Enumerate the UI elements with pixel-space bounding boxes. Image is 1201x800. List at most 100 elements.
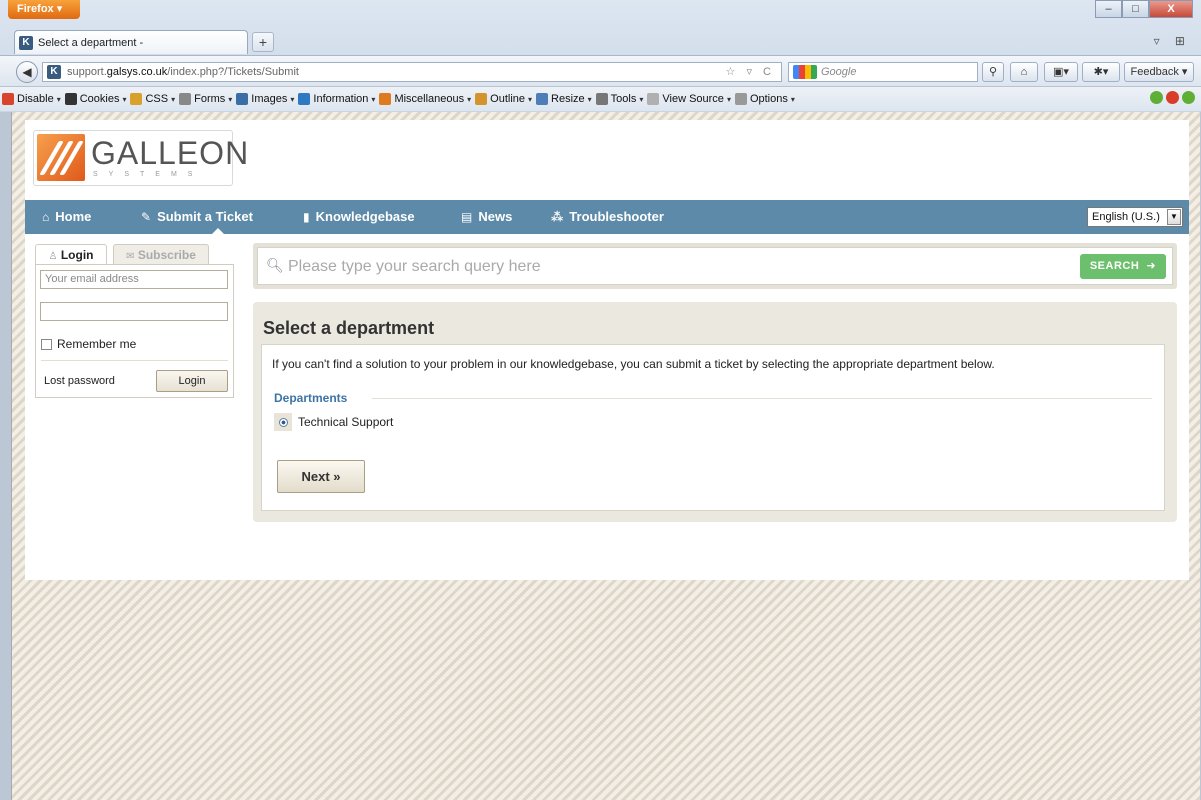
web-developer-toolbar: Disable ▾ Cookies ▾ CSS ▾ Forms ▾ Images ▾ Informa… (0, 86, 1201, 111)
toolbar-status-icons (1150, 91, 1195, 104)
webdev-menu-images[interactable]: Images ▾ (236, 93, 294, 105)
chevron-down-icon: ▾ (371, 94, 376, 104)
webdev-menu-label: Tools (610, 93, 637, 105)
webdev-menu-view-source[interactable]: View Source ▾ (647, 93, 731, 105)
next-button[interactable]: Next » (277, 460, 365, 493)
lost-password-link[interactable]: Lost password (44, 375, 115, 387)
webdev-menu-label: Cookies (79, 93, 120, 105)
cookies-icon (64, 93, 77, 105)
nav-home[interactable]: ⌂ Home (42, 200, 91, 234)
close-button[interactable]: X (1149, 0, 1193, 18)
tools-icon (595, 93, 608, 105)
view-source-icon (647, 93, 660, 105)
chevron-down-icon: ▾ (639, 94, 644, 104)
browser-chrome: Firefox ▾ – □ X K Select a department - … (0, 0, 1201, 112)
nav-submit-ticket[interactable]: ✎ Submit a Ticket (141, 200, 253, 234)
department-form: If you can't find a solution to your pro… (261, 344, 1165, 511)
webdev-menu-css[interactable]: CSS ▾ (130, 93, 175, 105)
minimize-button[interactable]: – (1095, 0, 1122, 18)
intro-text: If you can't find a solution to your pro… (272, 357, 995, 371)
remember-me-label: Remember me (57, 337, 137, 351)
webdev-menu-cookies[interactable]: Cookies ▾ (64, 93, 126, 105)
maximize-button[interactable]: □ (1122, 0, 1149, 18)
department-radio[interactable] (274, 413, 292, 431)
divider (41, 360, 228, 361)
browser-tab[interactable]: K Select a department - (14, 30, 248, 54)
miscellaneous-icon (379, 93, 392, 105)
book-icon: ▮ (303, 210, 310, 224)
webdev-menu-options[interactable]: Options ▾ (734, 93, 795, 105)
search-go-icon[interactable]: ⚲ (982, 62, 1004, 82)
remember-me-option[interactable]: Remember me (41, 337, 136, 351)
galleon-logo[interactable]: GALLEON SYSTEMS (33, 130, 248, 186)
navigation-bar: ◀ K support.galsys.co.uk/index.php?/Tick… (0, 55, 1201, 86)
webdev-menu-label: Forms (194, 93, 226, 105)
pencil-icon: ✎ (141, 210, 152, 224)
webdev-menu-miscellaneous[interactable]: Miscellaneous ▾ (379, 93, 471, 105)
nav-news[interactable]: ▤ News (461, 200, 512, 234)
valid-check-icon[interactable] (1150, 91, 1163, 104)
webdev-menu-label: Outline (490, 93, 526, 105)
troubleshooter-icon: ⁂ (551, 210, 564, 224)
kayako-favicon-icon: K (19, 35, 33, 50)
webdev-menu-label: CSS (145, 93, 169, 105)
window-controls: – □ X (1095, 0, 1193, 18)
webdev-menu-resize[interactable]: Resize ▾ (536, 93, 592, 105)
addon-icon[interactable]: ▣▾ (1044, 62, 1078, 82)
url-bar[interactable]: K support.galsys.co.uk/index.php?/Ticket… (42, 62, 782, 82)
chevron-down-icon[interactable]: ▼ (1167, 209, 1181, 225)
extension-icon[interactable]: ✱▾ (1082, 62, 1120, 82)
nav-submit-ticket-label: Submit a Ticket (157, 209, 253, 224)
new-tab-button[interactable]: + (252, 32, 274, 52)
main-navigation: ⌂ Home ✎ Submit a Ticket ▮ Knowledgebase ▤ N… (25, 200, 1189, 234)
search-input[interactable]: 🔍︎ Please type your search query here SE… (257, 247, 1173, 285)
page-title: Select a department (263, 318, 435, 338)
search-icon: 🔍︎ (266, 257, 284, 273)
password-field[interactable] (40, 302, 228, 321)
chevron-down-icon: ▾ (790, 94, 795, 104)
nav-troubleshooter[interactable]: ⁂ Troubleshooter (551, 200, 664, 234)
login-button[interactable]: Login (156, 370, 228, 392)
tab-list-icons[interactable]: ▿ ⊞ (1154, 34, 1191, 48)
webdev-menu-forms[interactable]: Forms ▾ (179, 93, 232, 105)
logo-text: GALLEON (91, 135, 250, 171)
webdev-menu-outline[interactable]: Outline ▾ (475, 93, 532, 105)
error-icon[interactable] (1166, 91, 1179, 104)
tab-subscribe[interactable]: ✉ Subscribe (113, 244, 209, 265)
language-select[interactable]: English (U.S.) ▼ (1087, 207, 1183, 227)
search-engine-box[interactable]: Google (788, 62, 978, 82)
nav-troubleshooter-label: Troubleshooter (569, 209, 664, 224)
back-button[interactable]: ◀ (16, 61, 38, 83)
nav-knowledgebase-label: Knowledgebase (315, 209, 415, 224)
valid-check-icon[interactable] (1182, 91, 1195, 104)
google-icon[interactable] (793, 65, 817, 79)
bookmark-star-icon[interactable]: ☆ ▿ C (726, 65, 775, 78)
logo-mark-icon (37, 134, 85, 181)
nav-news-label: News (478, 209, 513, 224)
home-icon: ⌂ (42, 210, 50, 224)
chevron-down-icon: ▾ (528, 94, 533, 104)
webdev-menu-disable[interactable]: Disable ▾ (2, 93, 61, 105)
department-option-technical-support[interactable]: Technical Support (274, 413, 393, 431)
home-button[interactable]: ⌂ (1010, 62, 1038, 82)
url-prefix: support. (67, 66, 107, 78)
tab-login[interactable]: ♙ Login (35, 244, 107, 265)
tab-login-label: Login (60, 248, 94, 262)
departments-heading: Departments (274, 391, 348, 405)
firefox-menu-button[interactable]: Firefox ▾ (8, 0, 80, 19)
email-field[interactable]: Your email address (40, 270, 228, 289)
webdev-menu-tools[interactable]: Tools ▾ (595, 93, 644, 105)
site-identity-icon[interactable]: K (47, 65, 61, 79)
webdev-menu-information[interactable]: Information ▾ (298, 93, 375, 105)
webdev-menu-label: Resize (551, 93, 585, 105)
arrow-right-icon: ➜ (1142, 260, 1157, 272)
feedback-button[interactable]: Feedback ▾ (1124, 62, 1194, 82)
search-button[interactable]: SEARCH ➜ (1080, 254, 1166, 279)
remember-me-checkbox[interactable] (41, 338, 52, 350)
search-area: 🔍︎ Please type your search query here SE… (253, 243, 1177, 289)
divider (372, 398, 1152, 399)
webdev-menu-label: Images (251, 93, 288, 105)
chevron-down-icon: ▾ (171, 94, 176, 104)
nav-knowledgebase[interactable]: ▮ Knowledgebase (303, 200, 415, 234)
chevron-down-icon: ▾ (726, 94, 731, 104)
